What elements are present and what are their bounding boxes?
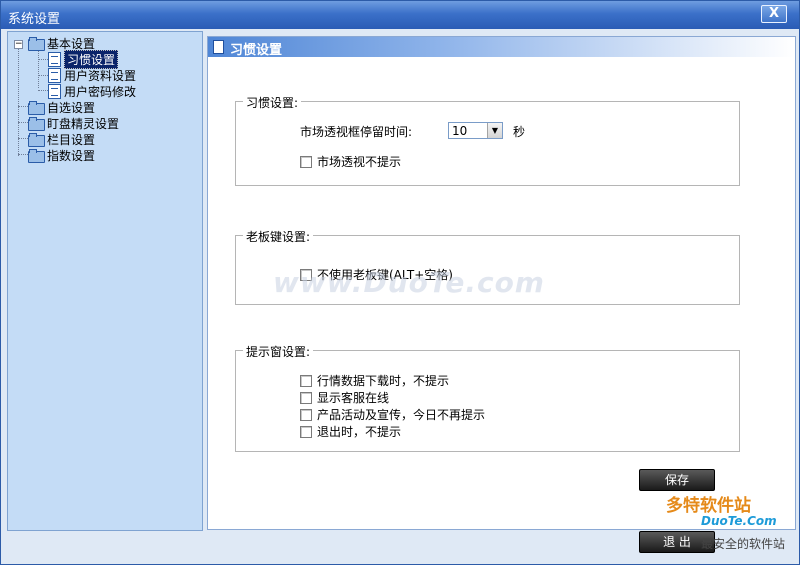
document-icon xyxy=(213,40,224,54)
prompt-option-checkbox[interactable] xyxy=(300,408,312,421)
tree-connector xyxy=(38,90,48,91)
tree-connector xyxy=(18,138,28,139)
prompt-option-exit[interactable]: 退出时，不提示 xyxy=(300,423,401,440)
document-icon xyxy=(48,67,61,83)
tree-item-label: 自选设置 xyxy=(47,100,96,115)
stay-time-select[interactable]: 10 ▼ xyxy=(448,122,503,139)
tree-connector xyxy=(38,50,39,88)
tree-item-label: 栏目设置 xyxy=(47,132,96,147)
site-logo-tagline: 最安全的软件站 xyxy=(701,537,786,551)
tree-item-column-settings[interactable]: 栏目设置 xyxy=(28,131,95,147)
prompt-window-group: 提示窗设置: 行情数据下载时，不提示 显示客服在线 产品活动及宣传，今日不再提示… xyxy=(235,343,740,452)
tree-connector xyxy=(38,59,48,60)
folder-icon xyxy=(28,101,45,115)
stay-time-unit: 秒 xyxy=(513,125,526,139)
folder-icon xyxy=(28,149,45,163)
tree-item-label: 用户资料设置 xyxy=(64,68,137,83)
tree-item-change-password[interactable]: 用户密码修改 xyxy=(48,83,136,99)
settings-tree: − 基本设置 习惯设置 用户资料设置 用户密码修改 自选设置 盯盘精灵设置 栏目… xyxy=(7,31,203,531)
tree-connector xyxy=(18,48,19,156)
panel-header: 习惯设置 xyxy=(208,37,795,58)
no-market-prompt-checkbox[interactable] xyxy=(300,155,312,168)
group-legend: 习惯设置: xyxy=(243,94,302,111)
tree-item-index-settings[interactable]: 指数设置 xyxy=(28,147,95,163)
prompt-option-service-online[interactable]: 显示客服在线 xyxy=(300,389,389,406)
tree-item-monitor-sprite[interactable]: 盯盘精灵设置 xyxy=(28,115,119,131)
prompt-option-label: 显示客服在线 xyxy=(317,391,390,405)
folder-icon xyxy=(28,133,45,147)
site-logo-url: DuoTe.Com xyxy=(701,514,777,528)
title-bar[interactable]: 系统设置 X xyxy=(1,1,799,29)
tree-connector xyxy=(18,106,28,107)
prompt-option-promotion[interactable]: 产品活动及宣传，今日不再提示 xyxy=(300,406,485,423)
site-logo-watermark: 多特软件站 xyxy=(666,496,751,516)
window-title: 系统设置 xyxy=(8,12,61,27)
tree-item-watchlist[interactable]: 自选设置 xyxy=(28,99,95,115)
tree-item-label: 盯盘精灵设置 xyxy=(47,116,120,131)
folder-icon xyxy=(28,117,45,131)
close-button[interactable]: X xyxy=(761,5,787,23)
chevron-down-icon[interactable]: ▼ xyxy=(487,123,502,138)
prompt-option-label: 退出时，不提示 xyxy=(317,425,402,439)
prompt-option-label: 产品活动及宣传，今日不再提示 xyxy=(317,408,486,422)
group-legend: 老板键设置: xyxy=(243,228,314,245)
tree-connector xyxy=(18,122,28,123)
prompt-option-label: 行情数据下载时，不提示 xyxy=(317,374,450,388)
group-legend: 提示窗设置: xyxy=(243,343,314,360)
prompt-option-checkbox[interactable] xyxy=(300,391,312,404)
tree-item-user-profile[interactable]: 用户资料设置 xyxy=(48,67,136,83)
tree-connector xyxy=(38,75,48,76)
prompt-option-checkbox[interactable] xyxy=(300,374,312,387)
stay-time-value: 10 xyxy=(452,124,468,138)
prompt-option-download[interactable]: 行情数据下载时，不提示 xyxy=(300,372,449,389)
collapse-toggle[interactable]: − xyxy=(14,40,23,49)
panel-title: 习惯设置 xyxy=(230,43,283,58)
habit-settings-group: 习惯设置: 市场透视框停留时间: 10 ▼ 秒 市场透视不提示 xyxy=(235,94,740,186)
site-watermark: www.DuoTe.com xyxy=(273,266,545,299)
tree-connector xyxy=(18,154,28,155)
save-button[interactable]: 保存 xyxy=(639,469,715,491)
tree-item-label: 指数设置 xyxy=(47,148,96,163)
settings-window: 系统设置 X − 基本设置 习惯设置 用户资料设置 用户密码修改 自选设置 盯盘… xyxy=(0,0,800,565)
tree-item-label: 用户密码修改 xyxy=(64,84,137,99)
document-icon xyxy=(48,51,61,67)
no-market-prompt-label: 市场透视不提示 xyxy=(317,155,402,169)
folder-open-icon xyxy=(28,37,45,51)
document-icon xyxy=(48,83,61,99)
tree-item-habit-settings[interactable]: 习惯设置 xyxy=(48,49,119,69)
no-market-prompt-option[interactable]: 市场透视不提示 xyxy=(300,153,401,170)
prompt-option-checkbox[interactable] xyxy=(300,425,312,438)
stay-time-label: 市场透视框停留时间: xyxy=(300,125,413,139)
